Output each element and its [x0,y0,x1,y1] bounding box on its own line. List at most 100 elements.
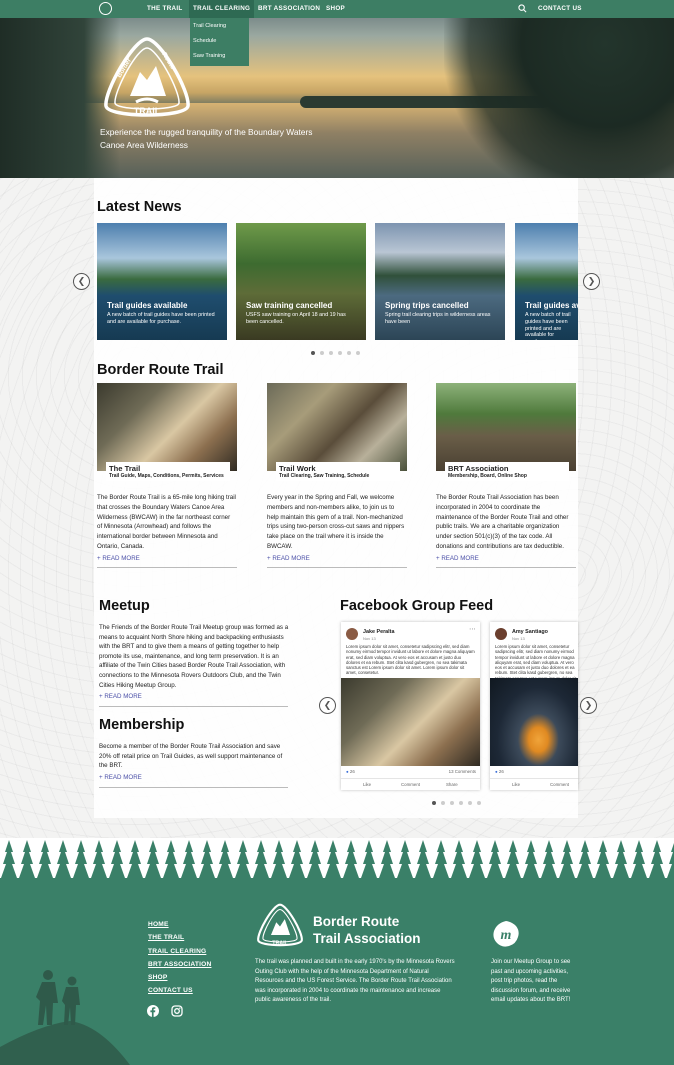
like-count-icon: ● [346,769,349,774]
divider [99,787,288,788]
news-title: Spring trips cancelled [385,301,469,310]
dropdown-item-trail-clearing[interactable]: Trail Clearing [190,20,249,35]
footer-about-text: The trail was planned and built in the e… [255,959,455,1003]
trail-card-subtitle: Trail Clearing, Saw Training, Schedule [279,473,370,479]
more-options-icon[interactable]: ⋯ [469,625,476,633]
post-date: Nov 13 [512,636,525,641]
nav-contact-us[interactable]: CONTACT US [538,0,582,18]
hero-trees-right [444,10,674,178]
comment-count[interactable]: 13 Comments [449,769,476,774]
post-author: Amy Santiago [512,629,548,635]
border-route-trail-heading: Border Route Trail [97,362,224,378]
trail-card-body: Every year in the Spring and Fall, we we… [267,494,405,550]
hero-tagline: Experience the rugged tranquility of the… [100,127,313,150]
latest-news-heading: Latest News [97,199,182,215]
news-text: A new batch of trail guides have been pr… [525,312,571,340]
trail-card-subtitle: Trail Guide, Maps, Conditions, Permits, … [109,473,224,479]
footer-title-line2: Trail Association [313,931,421,946]
meetup-body: The Friends of the Border Route Trail Me… [99,624,289,689]
facebook-post-card[interactable]: Amy Santiago Nov 13 Lorem ipsum dolor si… [490,622,578,790]
dropdown-item-saw-training[interactable]: Saw Training [190,50,249,65]
news-next-arrow-icon[interactable]: ❯ [583,273,600,290]
footer-links: HOME THE TRAIL TRAIL CLEARING BRT ASSOCI… [148,918,211,998]
news-text: Spring trail clearing trips in wildernes… [385,312,491,325]
post-photo [490,678,578,766]
trail-work-photo [267,383,407,471]
news-prev-arrow-icon[interactable]: ❮ [73,273,90,290]
trail-map-photo [97,383,237,471]
meetup-icon[interactable]: m [492,920,520,948]
trail-card-label: Trail Work Trail Clearing, Saw Training,… [276,462,400,481]
avatar [346,628,358,640]
footer-link-brt-association[interactable]: BRT ASSOCIATION [148,958,211,971]
news-card[interactable]: Trail guides available A new batch of tr… [515,223,578,340]
svg-text:TRAIL: TRAIL [272,941,288,947]
trail-card-label: BRT Association Membership, Board, Onlin… [445,462,569,481]
post-actions: Like Comment [490,778,578,790]
meetup-read-more-link[interactable]: + READ MORE [99,693,142,700]
trail-card-title: BRT Association [448,464,509,473]
like-count-icon: ● [495,769,498,774]
facebook-post-card[interactable]: Jake Peralta Nov 13 ⋯ Lorem ipsum dolor … [341,622,480,790]
post-text: Lorem ipsum dolor sit amet, consetetur s… [346,644,475,676]
nav-item-trail-clearing[interactable]: TRAIL CLEARING [189,0,255,18]
nav-item-brt-association[interactable]: BRT ASSOCIATION [258,0,320,18]
news-text: USFS saw training on April 18 and 19 has… [246,312,346,325]
membership-read-more-link[interactable]: + READ MORE [99,774,142,781]
hikers-silhouette [0,970,130,1065]
facebook-next-arrow-icon[interactable]: ❯ [580,697,597,714]
news-carousel-dots[interactable] [311,351,360,355]
comment-button[interactable]: Comment [550,782,569,787]
share-button[interactable]: Share [446,782,458,787]
membership-body: Become a member of the Border Route Trai… [99,743,283,770]
footer-link-contact-us[interactable]: CONTACT US [148,984,211,997]
nav-item-the-trail[interactable]: THE TRAIL [147,0,183,18]
trail-card-the-trail: The Trail Trail Guide, Maps, Conditions,… [97,383,237,550]
facebook-feed-heading: Facebook Group Feed [340,598,494,614]
pine-tree-silhouette [0,838,674,908]
footer-link-shop[interactable]: SHOP [148,971,211,984]
facebook-prev-arrow-icon[interactable]: ❮ [319,697,336,714]
trail-card-label: The Trail Trail Guide, Maps, Conditions,… [106,462,230,481]
border-route-trail-logo: TRAIL Border Route [104,37,190,117]
news-card[interactable]: Spring trips cancelled Spring trail clea… [375,223,505,340]
divider [99,706,288,707]
trail-card-brt-association: BRT Association Membership, Board, Onlin… [436,383,576,550]
nav-item-shop[interactable]: SHOP [326,0,345,18]
nav-logo-icon[interactable] [99,2,112,15]
news-title: Trail guides available [107,301,188,310]
trail-card-trail-work: Trail Work Trail Clearing, Saw Training,… [267,383,407,550]
footer-link-the-trail[interactable]: THE TRAIL [148,931,211,944]
search-icon[interactable] [518,4,527,13]
news-title: Saw training cancelled [246,301,333,310]
the-trail-read-more-link[interactable]: + READ MORE [97,555,140,562]
membership-heading: Membership [99,717,185,733]
facebook-icon[interactable] [147,1005,159,1017]
footer [0,838,674,1065]
like-count: 26 [498,769,504,774]
like-button[interactable]: Like [512,782,520,787]
dropdown-item-schedule[interactable]: Schedule [190,35,249,50]
footer-title-line1: Border Route [313,914,400,929]
facebook-carousel-dots[interactable] [432,801,481,805]
post-actions: Like Comment Share [341,778,480,790]
svg-text:Route: Route [160,51,176,71]
trail-card-title: Trail Work [279,464,316,473]
news-text: A new batch of trail guides have been pr… [107,312,215,325]
trail-card-title: The Trail [109,464,141,473]
post-author: Jake Peralta [363,629,395,635]
divider [436,567,576,568]
news-card[interactable]: Trail guides available A new batch of tr… [97,223,227,340]
footer-link-home[interactable]: HOME [148,918,211,931]
trail-work-read-more-link[interactable]: + READ MORE [267,555,310,562]
comment-button[interactable]: Comment [401,782,420,787]
footer-link-trail-clearing[interactable]: TRAIL CLEARING [148,945,211,958]
footer-trail-logo: TRAIL [257,903,303,947]
trail-card-subtitle: Membership, Board, Online Shop [448,473,527,479]
news-card[interactable]: Saw training cancelled USFS saw training… [236,223,366,340]
brt-association-read-more-link[interactable]: + READ MORE [436,555,479,562]
like-count: 26 [349,769,355,774]
instagram-icon[interactable] [171,1005,183,1017]
post-photo [341,678,480,766]
like-button[interactable]: Like [363,782,371,787]
